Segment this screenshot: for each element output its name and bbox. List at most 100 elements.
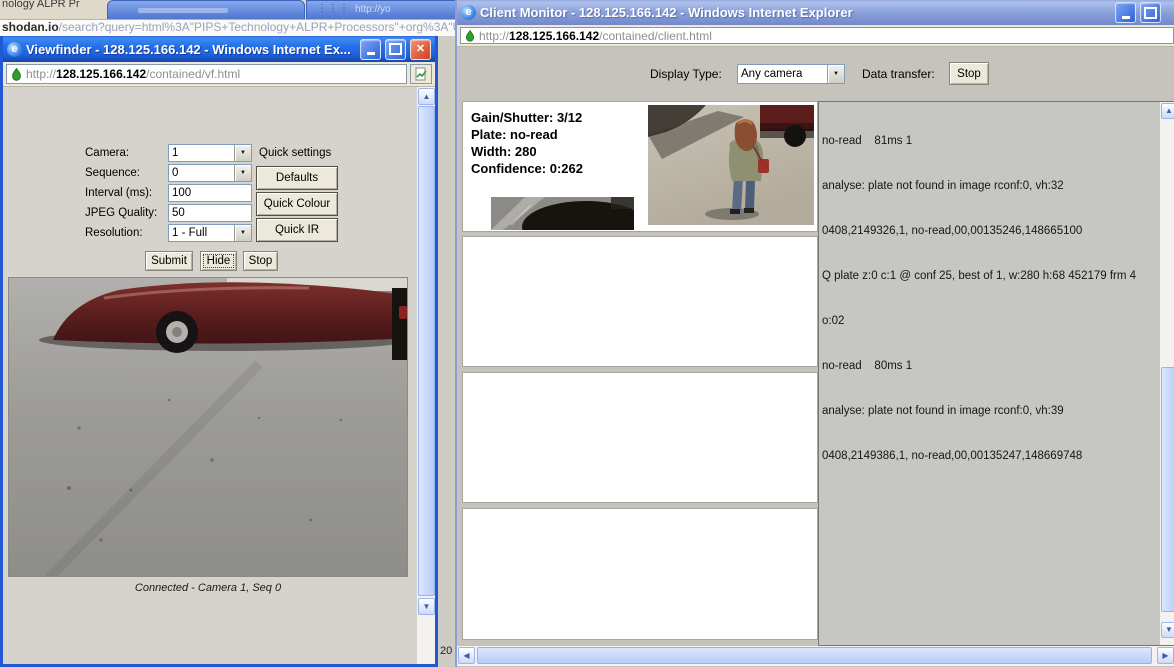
screen: nology ALPR Pr ⋮⋮⋮ http://yo shodan.io/s… [0,0,1174,667]
ie-icon: e [7,42,22,57]
minimize-button[interactable] [360,39,381,60]
scroll-thumb[interactable] [477,647,1152,664]
close-icon: ✕ [416,44,425,55]
background-toolbar-text: http://yo [355,4,391,15]
scroll-thumb[interactable] [418,106,435,596]
chevron-down-icon[interactable]: ▼ [827,65,844,83]
submit-button[interactable]: Submit [145,251,193,271]
go-button[interactable] [410,64,432,84]
url-path: /contained/vf.html [146,67,240,81]
close-button[interactable]: ✕ [410,39,431,60]
quick-settings-label: Quick settings [259,147,331,159]
url-host: 128.125.166.142 [56,67,146,81]
resolution-select[interactable]: 1 - Full ▼ [168,224,252,242]
scroll-down-button[interactable]: ▼ [1161,622,1174,638]
window-gap [437,36,455,667]
empty-display-panel [462,236,818,367]
maximize-button[interactable] [385,39,406,60]
chevron-down-icon[interactable]: ▼ [234,165,251,181]
log-line: 0408,2149326,1, no-read,00,00135246,1486… [822,224,1158,239]
scroll-down-button[interactable]: ▼ [418,598,435,615]
feed-flame-icon [465,30,475,42]
page-go-icon [415,67,428,81]
background-active-tab[interactable] [107,0,305,20]
connection-status-caption: Connected - Camera 1, Seq 0 [8,582,408,594]
scroll-up-button[interactable]: ▲ [1161,103,1174,119]
interval-input[interactable] [168,184,252,202]
hide-button[interactable]: Hide [200,251,237,271]
minimize-icon [1122,16,1130,19]
background-number-fragment: 20 [440,645,452,657]
grip-dots-icon: ⋮⋮⋮ [317,3,350,14]
maximize-icon [1144,7,1157,19]
quick-colour-button[interactable]: Quick Colour [256,192,338,216]
url-scheme: http:// [26,67,56,81]
minimize-icon [367,52,375,55]
viewfinder-vertical-scrollbar[interactable]: ▲ ▼ [417,87,435,664]
url-host: 128.125.166.142 [509,29,599,43]
minimize-button[interactable] [1115,2,1136,23]
log-line: o:02 [822,314,1158,329]
confidence-value: Confidence: 0:262 [471,160,583,177]
sequence-label: Sequence: [85,167,140,179]
scroll-up-button[interactable]: ▲ [418,88,435,105]
viewfinder-address-bar[interactable]: http://128.125.166.142/contained/vf.html [6,64,407,84]
log-vertical-scrollbar[interactable]: ▲ ▼ [1160,102,1174,645]
background-tab-title: nology ALPR Pr [2,0,80,10]
pedestrian-image [648,105,814,225]
jpeg-quality-label: JPEG Quality: [85,207,157,219]
ie-icon: e [461,5,476,20]
log-line: no-read 81ms 1 [822,134,1158,149]
stop-button[interactable]: Stop [243,251,278,271]
interval-label: Interval (ms): [85,187,152,199]
scroll-thumb[interactable] [1161,367,1174,612]
capture-panel: Gain/Shutter: 3/12 Plate: no-read Width:… [462,101,818,232]
client-monitor-url-row: http://128.125.166.142/contained/client.… [457,25,1174,47]
client-monitor-window: e Client Monitor - 128.125.166.142 - Win… [455,0,1174,667]
empty-display-panel [462,508,818,640]
feed-flame-icon [11,68,22,81]
camera-select[interactable]: 1 ▼ [168,144,252,162]
log-line: no-read 80ms 1 [822,359,1158,374]
maximize-button[interactable] [1140,2,1161,23]
url-path: /contained/client.html [599,29,712,43]
url-scheme: http:// [479,29,509,43]
chevron-down-icon[interactable]: ▼ [234,145,251,161]
alpr-log-panel[interactable]: no-read 81ms 1 analyse: plate not found … [818,101,1174,646]
viewfinder-url-row: http://128.125.166.142/contained/vf.html [3,62,435,87]
defaults-button[interactable]: Defaults [256,166,338,190]
data-transfer-stop-button[interactable]: Stop [949,62,989,85]
chevron-down-icon[interactable]: ▼ [234,225,251,241]
viewfinder-window: e Viewfinder - 128.125.166.142 - Windows… [0,36,438,667]
background-address-host: shodan.io [2,20,59,34]
log-line: Q plate z:0 c:1 @ conf 25, best of 1, w:… [822,269,1158,284]
camera-label: Camera: [85,147,129,159]
log-line: analyse: plate not found in image rconf:… [822,179,1158,194]
viewfinder-page: Camera: Sequence: Interval (ms): JPEG Qu… [3,87,435,664]
display-type-select[interactable]: Any camera ▼ [737,64,845,84]
plate-thumbnail-image [491,197,634,230]
client-monitor-titlebar[interactable]: e Client Monitor - 128.125.166.142 - Win… [457,0,1174,25]
gain-shutter-value: Gain/Shutter: 3/12 [471,109,583,126]
background-address-rest: /search?query=html%3A"PIPS+Technology+AL… [59,20,500,34]
viewfinder-title: Viewfinder - 128.125.166.142 - Windows I… [26,42,356,57]
client-monitor-page: Display Type: Any camera ▼ Data transfer… [457,47,1174,646]
plate-value: Plate: no-read [471,126,583,143]
empty-display-panel [462,372,818,503]
log-line: 0408,2149386,1, no-read,00,00135247,1486… [822,449,1158,464]
alpr-log-text: no-read 81ms 1 analyse: plate not found … [822,104,1158,494]
width-value: Width: 280 [471,143,583,160]
log-line: analyse: plate not found in image rconf:… [822,404,1158,419]
client-monitor-address-bar[interactable]: http://128.125.166.142/contained/client.… [460,27,1174,44]
quick-ir-button[interactable]: Quick IR [256,218,338,242]
capture-info: Gain/Shutter: 3/12 Plate: no-read Width:… [471,109,583,177]
maximize-icon [389,43,402,55]
display-type-label: Display Type: [650,67,722,81]
client-monitor-horizontal-scrollbar[interactable]: ◀ ▶ [457,646,1174,666]
viewfinder-titlebar[interactable]: e Viewfinder - 128.125.166.142 - Windows… [3,36,435,62]
scroll-right-button[interactable]: ▶ [1157,647,1174,664]
sequence-select[interactable]: 0 ▼ [168,164,252,182]
data-transfer-label: Data transfer: [862,67,935,81]
scroll-left-button[interactable]: ◀ [458,647,475,664]
jpeg-quality-input[interactable] [168,204,252,222]
